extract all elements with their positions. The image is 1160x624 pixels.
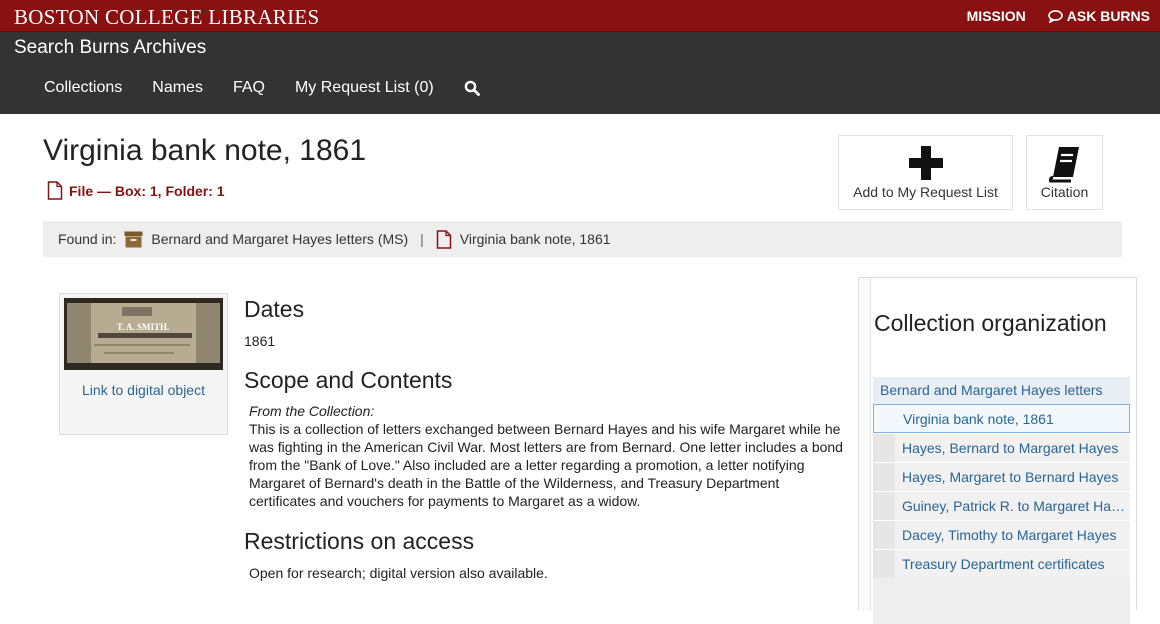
file-icon	[436, 229, 452, 249]
tree-item[interactable]: Treasury Department certificates	[873, 549, 1130, 578]
restrictions-heading: Restrictions on access	[244, 528, 475, 554]
collection-tree: Bernard and Margaret Hayes letters Virgi…	[873, 377, 1130, 624]
tree-item-label: Virginia bank note, 1861	[903, 411, 1054, 427]
tree-item[interactable]: Dacey, Timothy to Margaret Hayes	[873, 520, 1130, 549]
tree-item-label: Guiney, Patrick R. to Margaret Hayes	[902, 498, 1126, 514]
brand-logo[interactable]: BOSTON COLLEGE LIBRARIES	[14, 5, 320, 30]
record-subtitle: File — Box: 1, Folder: 1	[69, 182, 225, 199]
top-brand-bar: BOSTON COLLEGE LIBRARIES MISSION ASK BUR…	[0, 0, 1160, 32]
add-button-label: Add to My Request List	[853, 184, 998, 200]
ask-burns-link[interactable]: ASK BURNS	[1047, 8, 1150, 24]
chat-bubble-icon	[1047, 9, 1063, 23]
tree-item-current[interactable]: Virginia bank note, 1861	[873, 404, 1130, 433]
tree-item[interactable]: Guiney, Patrick R. to Margaret Hayes	[873, 491, 1130, 520]
top-links: MISSION ASK BURNS	[967, 8, 1150, 24]
file-icon	[47, 181, 63, 200]
search-icon[interactable]	[464, 80, 480, 96]
scope-source: From the Collection:	[249, 403, 375, 419]
dates-heading: Dates	[244, 296, 305, 322]
tree-item[interactable]: Hayes, Bernard to Margaret Hayes	[873, 433, 1130, 462]
tree-item-label: Hayes, Margaret to Bernard Hayes	[902, 469, 1119, 485]
link-to-digital-object[interactable]: Link to digital object	[64, 380, 223, 400]
breadcrumb-collection-link[interactable]: Bernard and Margaret Hayes letters (MS)	[151, 231, 408, 247]
sidebar-title: Collection organization	[874, 310, 1107, 336]
archive-box-icon	[124, 231, 143, 247]
site-title[interactable]: Search Burns Archives	[14, 37, 206, 59]
breadcrumb-current: Virginia bank note, 1861	[459, 231, 611, 247]
collection-organization-panel: Collection organization Bernard and Marg…	[858, 277, 1137, 624]
tree-item-label: Hayes, Bernard to Margaret Hayes	[902, 440, 1119, 456]
book-icon	[1048, 147, 1079, 183]
breadcrumb-separator: |	[420, 231, 424, 247]
bank-note-image: T. A. SMITH.	[64, 298, 223, 370]
tree-root-collection[interactable]: Bernard and Margaret Hayes letters	[873, 377, 1130, 404]
nav-names[interactable]: Names	[152, 79, 203, 97]
sidebar-scrollbar[interactable]	[859, 278, 871, 611]
page-title: Virginia bank note, 1861	[43, 134, 367, 167]
mission-link[interactable]: MISSION	[967, 8, 1026, 24]
bank-note-thumbnail[interactable]: T. A. SMITH.	[64, 298, 223, 370]
restrictions-text: Open for research; digital version also …	[249, 565, 548, 581]
site-header: Search Burns Archives Collections Names …	[0, 32, 1160, 114]
tree-item-label: Treasury Department certificates	[902, 556, 1105, 572]
tree-remainder	[873, 578, 1130, 624]
note-text: T. A. SMITH.	[117, 322, 170, 332]
nav-faq[interactable]: FAQ	[233, 79, 265, 97]
nav-collections[interactable]: Collections	[44, 79, 122, 97]
plus-icon	[908, 146, 943, 180]
found-in-label: Found in:	[58, 231, 117, 247]
scope-heading: Scope and Contents	[244, 367, 453, 393]
record-type: File — Box: 1, Folder: 1	[47, 181, 225, 200]
citation-button[interactable]: Citation	[1026, 135, 1103, 210]
tree-item-label: Dacey, Timothy to Margaret Hayes	[902, 527, 1117, 543]
breadcrumb: Found in: Bernard and Margaret Hayes let…	[43, 221, 1122, 257]
nav-request-list[interactable]: My Request List (0)	[295, 79, 434, 97]
citation-label: Citation	[1040, 184, 1089, 200]
ask-burns-label: ASK BURNS	[1066, 8, 1150, 24]
tree-item[interactable]: Hayes, Margaret to Bernard Hayes	[873, 462, 1130, 491]
scope-text: This is a collection of letters exchange…	[249, 421, 843, 509]
main-nav: Collections Names FAQ My Request List (0…	[44, 79, 480, 97]
record-details: Dates 1861 Scope and Contents From the C…	[244, 296, 844, 582]
add-to-request-list-button[interactable]: Add to My Request List	[838, 135, 1013, 210]
dates-value: 1861	[244, 333, 276, 349]
digital-object-card: T. A. SMITH. Link to digital object	[59, 293, 228, 435]
